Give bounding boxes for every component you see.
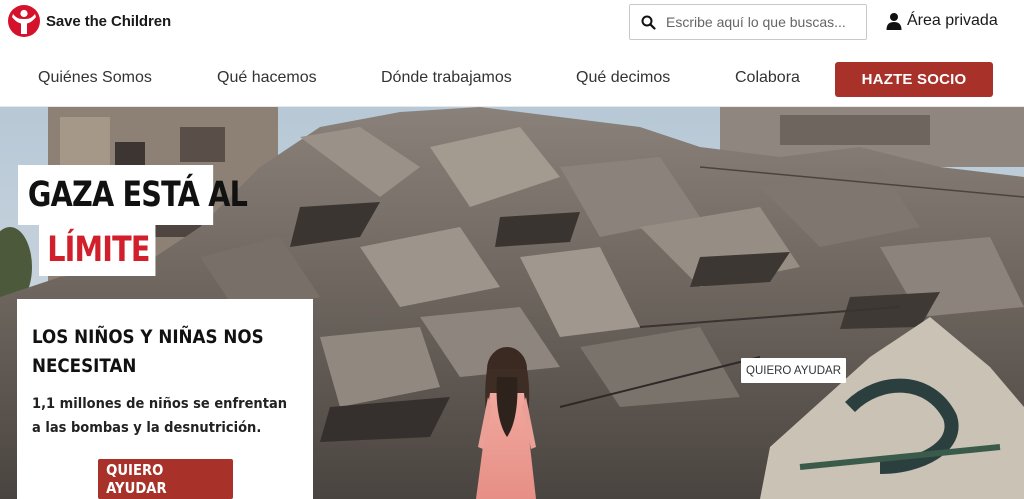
private-area-link[interactable]: Área privada <box>886 10 998 32</box>
main-nav: Quiénes Somos Qué hacemos Dónde trabajam… <box>0 50 1024 107</box>
card-title: LOS NIÑOS Y NIÑAS NOS NECESITAN <box>32 326 264 377</box>
save-the-children-logo-icon <box>8 5 40 37</box>
card-text: 1,1 millones de niños se enfrentan a las… <box>32 396 288 436</box>
nav-item-quienes-somos[interactable]: Quiénes Somos <box>38 69 152 87</box>
nav-item-que-hacemos[interactable]: Qué hacemos <box>217 69 317 87</box>
want-to-help-label: QUIERO AYUDAR <box>106 461 167 497</box>
headline-line-2: LÍMITE <box>39 224 156 276</box>
nav-item-que-decimos[interactable]: Qué decimos <box>576 69 670 87</box>
search-box[interactable] <box>629 4 867 40</box>
brand-name: Save the Children <box>46 12 172 30</box>
brand-logo[interactable]: Save the Children <box>8 4 171 38</box>
private-area-label: Área privada <box>907 12 998 29</box>
become-member-button[interactable]: HAZTE SOCIO <box>835 62 993 97</box>
header: Save the Children Área privada <box>0 0 1024 50</box>
headline-line-1: GAZA ESTÁ AL <box>18 165 248 225</box>
search-input[interactable] <box>666 14 856 30</box>
nav-item-colabora[interactable]: Colabora <box>735 69 800 87</box>
image-help-tag[interactable]: QUIERO AYUDAR <box>741 358 846 383</box>
nav-item-donde-trabajamos[interactable]: Dónde trabajamos <box>381 69 512 87</box>
hero-info-card: LOS NIÑOS Y NIÑAS NOS NECESITAN 1,1 mill… <box>17 299 313 499</box>
user-icon <box>886 13 902 30</box>
want-to-help-button[interactable]: QUIERO AYUDAR <box>98 459 233 499</box>
search-icon[interactable] <box>630 5 666 39</box>
